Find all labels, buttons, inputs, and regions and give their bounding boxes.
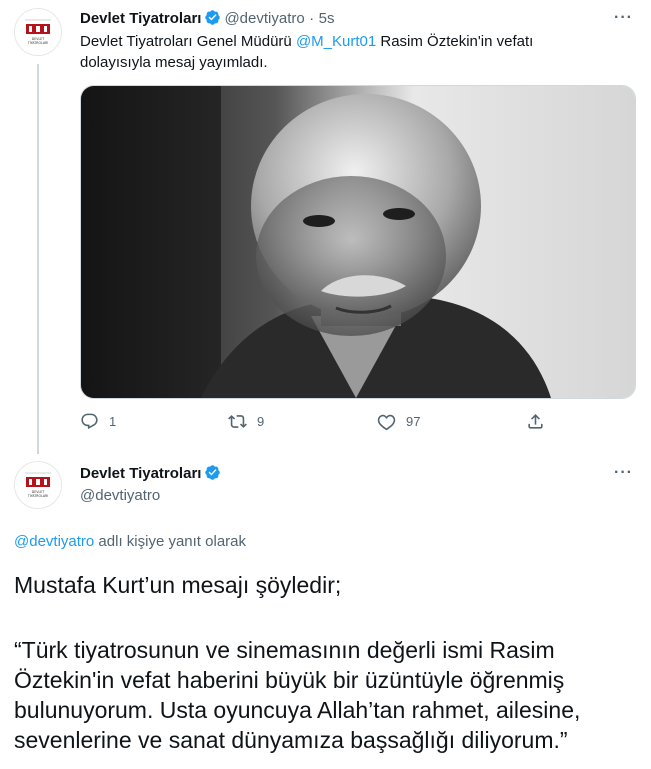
author-name[interactable]: Devlet Tiyatroları [80, 10, 201, 27]
reply-action[interactable]: 1 [80, 412, 116, 431]
author-handle-2[interactable]: @devtiyatro [80, 487, 160, 504]
more-icon[interactable]: ··· [614, 9, 633, 27]
reply-icon [81, 413, 98, 430]
retweet-count: 9 [257, 414, 265, 429]
avatar-devlet-tiyatrolari[interactable]: DEVLET TİYATROLARI [14, 8, 62, 56]
like-count: 97 [406, 414, 421, 429]
retweet-icon [228, 415, 247, 428]
tweet1-line2: dolayısıyla mesaj yayımladı. [80, 54, 268, 71]
share-icon [528, 414, 543, 429]
separator-dot: · [309, 10, 315, 27]
tweet-media-photo[interactable] [80, 85, 636, 399]
mention-link[interactable]: @M_Kurt01 [296, 33, 376, 50]
thread-line [37, 64, 39, 454]
like-action[interactable]: 97 [377, 412, 420, 431]
tweet1-text-end: Rasim Öztekin'in vefatı [376, 33, 534, 50]
reply-count: 1 [109, 414, 117, 429]
retweet-action[interactable]: 9 [228, 412, 264, 431]
tweet2-line1: Mustafa Kurt’un mesajı şöyledir; [14, 572, 342, 598]
tweet1-text-start: Devlet Tiyatroları Genel Müdürü [80, 33, 296, 50]
svg-text:TİYATROLARI: TİYATROLARI [27, 40, 48, 45]
verified-badge-icon [205, 10, 221, 25]
svg-text:TİYATROLARI: TİYATROLARI [27, 493, 48, 498]
reply-mention-link[interactable]: @devtiyatro [14, 533, 94, 550]
quote-line4: sevenlerine ve sanat dünyamıza başsağlığ… [14, 727, 568, 753]
devlet-tiyatrolari-logo-icon: DEVLET TİYATROLARI [15, 9, 61, 55]
tweet-timestamp[interactable]: 5s [319, 10, 335, 27]
quote-line1: “Türk tiyatrosunun ve sinemasının değerl… [14, 637, 555, 663]
tweet2-quote: “Türk tiyatrosunun ve sinemasının değerl… [14, 635, 580, 755]
tweet1-line1: Devlet Tiyatroları Genel Müdürü @M_Kurt0… [80, 31, 620, 52]
avatar-devlet-tiyatrolari-2[interactable]: DEVLET TİYATROLARI [14, 461, 62, 509]
tweet1-header: Devlet Tiyatroları @devtiyatro · 5s [80, 9, 334, 28]
verified-badge-icon-2 [205, 465, 221, 480]
reply-suffix: adlı kişiye yanıt olarak [94, 533, 247, 550]
quote-line2: Öztekin'in vefat haberini büyük bir üzün… [14, 667, 565, 693]
author-name-2[interactable]: Devlet Tiyatroları [80, 465, 201, 482]
quote-line3: bulunuyorum. Usta oyuncuya Allah’tan rah… [14, 697, 581, 723]
portrait-photo [81, 86, 635, 398]
author-handle[interactable]: @devtiyatro [224, 10, 304, 27]
like-icon [377, 414, 396, 431]
more-icon-2[interactable]: ··· [614, 464, 633, 482]
tweet2-author-name-row: Devlet Tiyatroları [80, 464, 224, 483]
share-action[interactable] [526, 412, 545, 431]
replying-to: @devtiyatro adlı kişiye yanıt olarak [14, 533, 246, 550]
devlet-tiyatrolari-logo-icon-2: DEVLET TİYATROLARI [15, 462, 61, 508]
tweet1-text: Devlet Tiyatroları Genel Müdürü @M_Kurt0… [80, 31, 620, 73]
